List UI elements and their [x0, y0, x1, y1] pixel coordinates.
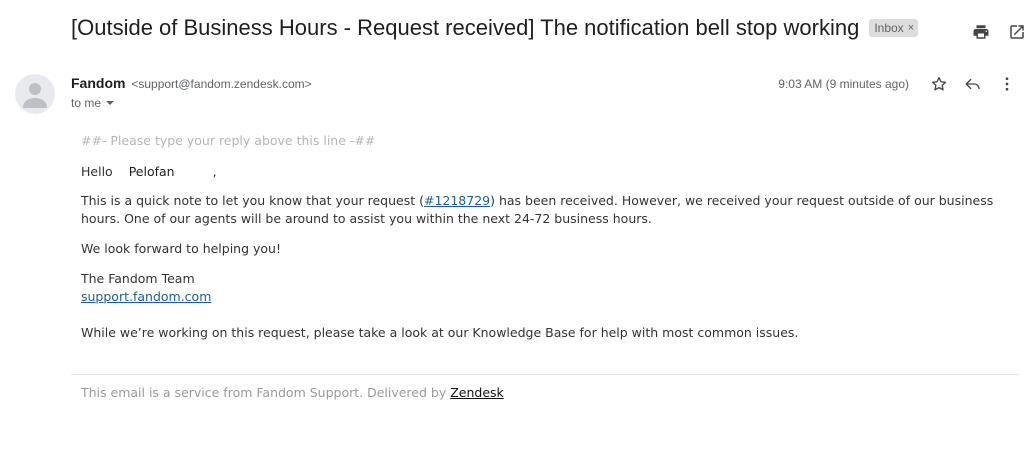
email-subject-row: [Outside of Business Hours - Request rec… [71, 15, 919, 41]
greeting-name: Pelofan [128, 164, 175, 179]
star-icon [931, 76, 947, 91]
remove-label-button[interactable]: × [908, 22, 914, 34]
email-view: [Outside of Business Hours - Request rec… [0, 0, 1031, 462]
caret-down-icon [105, 98, 115, 108]
support-site-link[interactable]: support.fandom.com [81, 289, 211, 304]
top-toolbar [959, 18, 1031, 46]
sender-name[interactable]: Fandom [71, 75, 125, 91]
sender-info: Fandom <support@fandom.zendesk.com> [71, 75, 312, 91]
recipient-text: to me [71, 96, 102, 110]
message-actions: 9:03 AM (9 minutes ago) [778, 70, 1021, 98]
message-timestamp: 9:03 AM (9 minutes ago) [778, 77, 909, 91]
print-button[interactable] [967, 18, 995, 46]
greeting-comma: , [212, 164, 217, 179]
closing-paragraph: We look forward to helping you! [81, 241, 281, 256]
open-in-new-window-icon [1010, 25, 1024, 39]
reply-button[interactable] [959, 70, 987, 98]
request-number-link[interactable]: #1218729 [424, 193, 490, 208]
more-vertical-icon [1005, 77, 1009, 91]
email-footer: This email is a service from Fandom Supp… [81, 385, 504, 400]
para1-before: This is a quick note to let you know tha… [81, 193, 424, 208]
recipient-details-toggle[interactable]: to me [71, 96, 115, 110]
more-options-button[interactable] [993, 70, 1021, 98]
person-icon [23, 83, 47, 108]
sender-avatar[interactable] [15, 74, 55, 114]
greeting: Hello Pelofan, [81, 163, 217, 181]
open-in-new-window-button[interactable] [1003, 18, 1031, 46]
signature-team: The Fandom Team [81, 271, 195, 286]
footer-text: This email is a service from Fandom Supp… [81, 385, 451, 400]
reply-icon [965, 78, 980, 90]
footer-divider [71, 374, 1019, 375]
zendesk-link[interactable]: Zendesk [450, 385, 504, 400]
request-received-paragraph: This is a quick note to let you know tha… [81, 192, 1021, 228]
email-subject: [Outside of Business Hours - Request rec… [71, 15, 860, 40]
signature: The Fandom Team support.fandom.com [81, 270, 211, 306]
knowledge-base-paragraph: While we’re working on this request, ple… [81, 325, 799, 340]
star-button[interactable] [925, 70, 953, 98]
inbox-label-chip[interactable]: Inbox × [869, 19, 919, 37]
sender-email: <support@fandom.zendesk.com> [131, 77, 312, 91]
reply-above-line-notice: ##- Please type your reply above this li… [81, 133, 376, 148]
greeting-hello: Hello [81, 164, 113, 179]
print-icon [973, 25, 989, 39]
label-text: Inbox [874, 21, 904, 35]
